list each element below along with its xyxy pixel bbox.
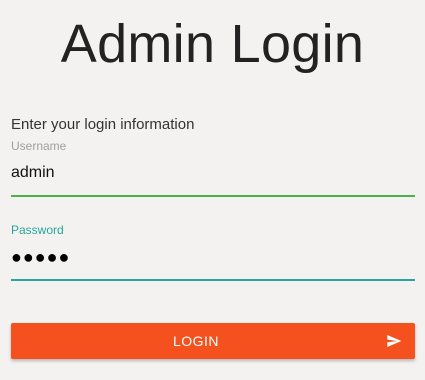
login-button-label: LOGIN (172, 333, 220, 349)
login-button[interactable]: LOGIN (11, 323, 415, 359)
password-underline (11, 279, 415, 281)
send-icon (387, 335, 402, 347)
username-input[interactable] (11, 159, 415, 187)
username-underline (11, 195, 415, 197)
login-instructions: Enter your login information (11, 116, 195, 133)
password-field: Password ●●●●● (11, 223, 415, 283)
username-field: Username (11, 139, 415, 199)
password-input[interactable]: ●●●●● (11, 244, 70, 270)
login-page: Admin Login Enter your login information… (0, 0, 425, 380)
page-title: Admin Login (60, 14, 365, 74)
username-label: Username (11, 139, 67, 153)
password-label: Password (11, 223, 64, 237)
